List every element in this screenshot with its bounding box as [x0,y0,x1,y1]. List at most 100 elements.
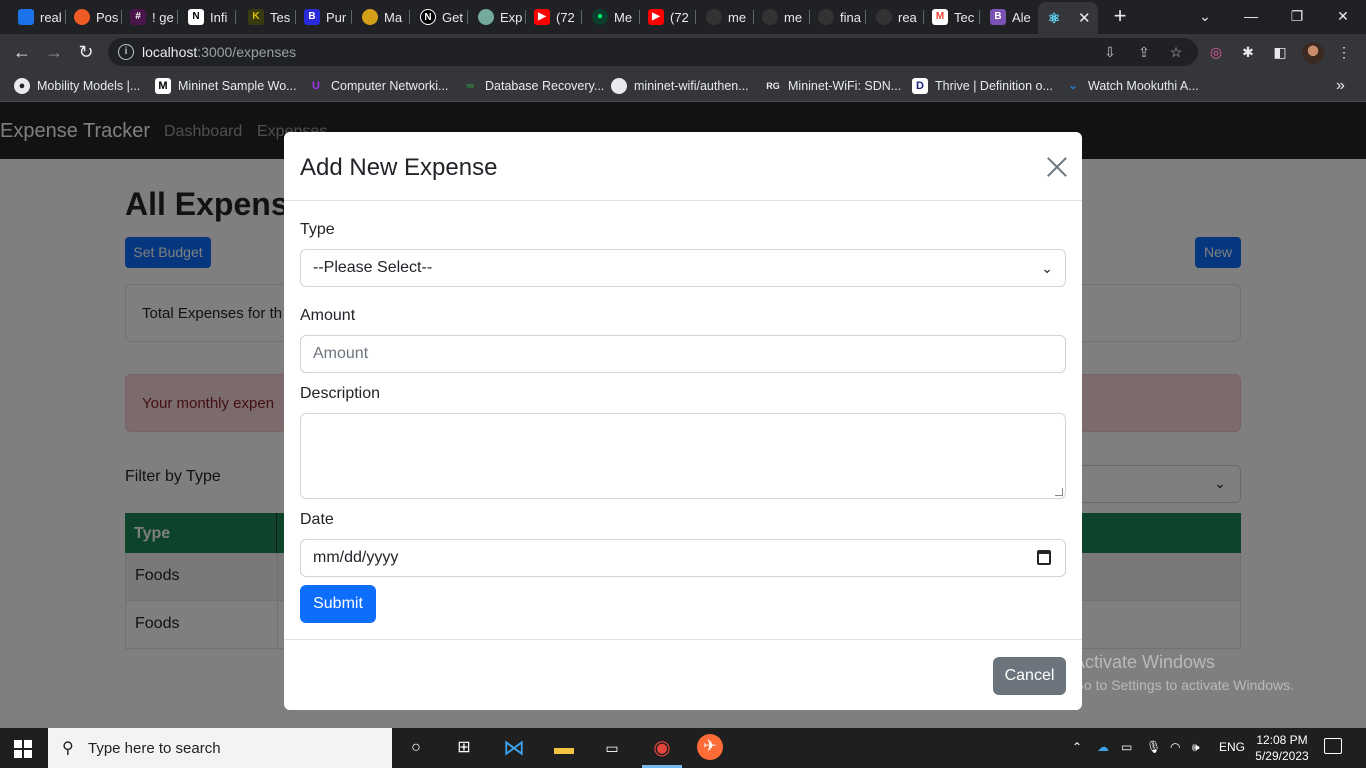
tray-overflow-icon[interactable]: ⌃ [1072,740,1082,754]
tab-title: fina [840,9,861,25]
battery-icon[interactable]: ▭ [1121,740,1132,754]
browser-tab[interactable]: fina [810,5,866,29]
site-info-icon[interactable]: i [118,44,134,60]
back-button[interactable]: ← [10,40,34,64]
bookmark-item[interactable]: D Thrive | Definition o... [912,76,1053,96]
browser-tab[interactable]: K Tes [240,5,296,29]
share-icon[interactable]: ⇪ [1134,42,1154,62]
browser-tab[interactable]: # ! ge [122,5,178,29]
tab-title: Ale [1012,9,1031,25]
task-view-icon[interactable]: ⊞ [450,734,478,762]
bookmark-star-icon[interactable]: ☆ [1166,42,1186,62]
bookmark-item[interactable]: ● Mobility Models |... [14,76,140,96]
browser-tab[interactable]: M Tec [924,5,980,29]
bookmark-item[interactable]: M Mininet Sample Wo... [155,76,297,96]
browser-tab[interactable]: real [10,5,66,29]
cortana-icon[interactable]: ○ [402,734,430,762]
browser-tab[interactable]: Exp [470,5,526,29]
amount-label: Amount [300,307,356,324]
install-app-icon[interactable]: ⇩ [1100,42,1120,62]
taskbar-clock[interactable]: 12:08 PM 5/29/2023 [1252,732,1312,764]
side-panel-icon[interactable]: ◧ [1270,42,1290,62]
browser-tab[interactable]: B Pur [296,5,352,29]
browser-tab[interactable]: me [754,5,810,29]
date-input[interactable]: mm/dd/yyyy [300,539,1066,577]
tab-title: Infi [210,9,228,25]
profile-avatar[interactable] [1302,42,1324,64]
close-tab-icon[interactable]: ✕ [1078,9,1091,27]
tab-search-icon[interactable]: ⌄ [1182,0,1228,34]
youtube-icon: ▶ [648,9,664,25]
bookmark-item[interactable]: ⌄ Watch Mookuthi A... [1065,76,1198,96]
type-label: Type [300,221,335,238]
restore-button[interactable]: ❐ [1274,0,1320,34]
cancel-button[interactable]: Cancel [993,657,1066,695]
browser-tab[interactable]: me [698,5,754,29]
browser-tab[interactable]: B Ale [982,5,1038,29]
tab-title: rea [898,9,917,25]
bookmark-label: mininet-wifi/authen... [634,79,749,93]
language-indicator[interactable]: ENG [1219,740,1245,754]
postman-icon[interactable]: ✈ [697,734,723,760]
bookmark-label: Database Recovery... [485,79,605,93]
bookmark-item[interactable]: mininet-wifi/authen... [611,76,749,96]
resize-handle[interactable] [1055,488,1063,496]
extensions-puzzle-icon[interactable]: ✱ [1238,42,1258,62]
browser-tab[interactable]: rea [868,5,924,29]
bootstrap-icon: B [990,9,1006,25]
browser-tab[interactable]: N Get [412,5,468,29]
windows-start-icon[interactable] [14,740,32,758]
description-textarea[interactable] [300,413,1066,499]
vscode-icon[interactable]: ⋈ [500,734,528,762]
nextjs-icon: N [420,9,436,25]
type-select[interactable]: --Please Select-- ⌄ [300,249,1066,287]
bookmark-label: Mininet Sample Wo... [178,79,297,93]
browser-tab[interactable]: N Infi [180,5,236,29]
notifications-icon[interactable] [1324,738,1342,754]
bookmark-item[interactable]: ∞ Database Recovery... [462,76,604,96]
browser-tab[interactable]: ● Me [584,5,640,29]
more-bookmarks-button[interactable]: » [1336,76,1345,96]
modal-title: Add New Expense [300,154,498,181]
url-path: :3000/expenses [197,44,297,60]
minimize-button[interactable]: — [1228,0,1274,34]
tab-title: real [40,9,62,25]
tab-title: (72 [556,9,575,25]
extension-icon[interactable]: ◎ [1206,42,1226,62]
browser-tab[interactable]: ▶ (72 [526,5,582,29]
forward-button[interactable]: → [42,40,66,64]
browser-tab[interactable]: Ma [354,5,410,29]
address-bar[interactable]: i localhost:3000/expenses ⇩ ⇪ ☆ [108,38,1198,66]
tab-title: Get [442,9,463,25]
new-tab-button[interactable]: + [1108,4,1132,28]
chrome-icon[interactable]: ◉ [648,734,676,762]
close-window-button[interactable]: ✕ [1320,0,1366,34]
terminal-icon[interactable]: ▭ [598,734,626,762]
file-explorer-icon[interactable]: ▬ [550,734,578,762]
menu-icon[interactable]: ⋮ [1334,42,1354,62]
browser-tab-active[interactable]: ⚛ ✕ [1038,2,1098,34]
browser-tab[interactable]: ▶ (72 [640,5,696,29]
close-icon[interactable] [1046,156,1068,178]
amount-input[interactable]: Amount [300,335,1066,373]
tab-title: me [784,9,803,25]
wifi-icon[interactable]: ◠ [1170,740,1180,754]
bookmark-item[interactable]: U Computer Networki... [308,76,448,96]
onedrive-icon[interactable]: ☁ [1097,740,1109,754]
tab-title: Ma [384,9,403,25]
type-select-value: --Please Select-- [313,259,433,276]
bookmark-label: Mobility Models |... [37,79,141,93]
more-bookmarks-label: » [1336,77,1345,94]
taskbar-search-box[interactable]: ⚲ Type here to search [48,728,392,768]
submit-button[interactable]: Submit [300,585,376,623]
notion-icon: N [188,9,204,25]
browser-tab[interactable]: Pos [66,5,122,29]
calendar-icon[interactable] [1037,550,1051,565]
reload-button[interactable]: ↻ [74,40,98,64]
volume-icon[interactable]: 🕪 [1192,740,1200,755]
microphone-icon[interactable]: 🎙 [1146,740,1161,754]
bookmark-item[interactable]: RG Mininet-WiFi: SDN... [765,76,901,96]
url-text[interactable]: localhost:3000/expenses [142,44,296,60]
dictionary-icon: D [912,78,928,94]
windows-taskbar: ⚲ Type here to search ○ ⊞ ⋈ ▬ ▭ ◉ ✈ ⌃ ☁ … [0,728,1366,768]
